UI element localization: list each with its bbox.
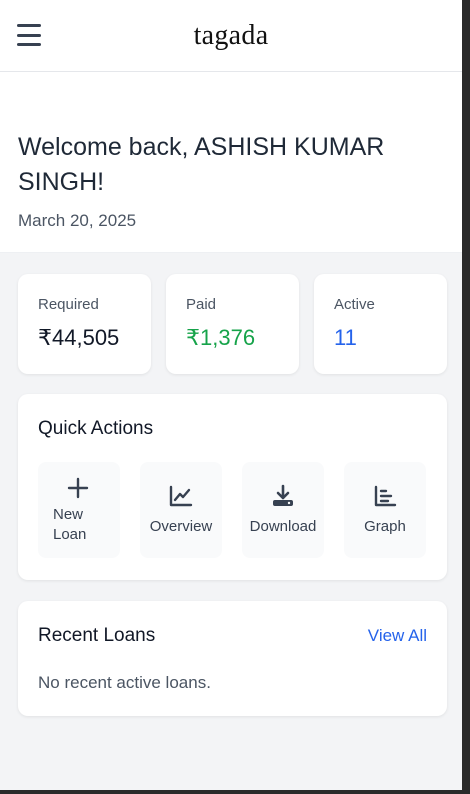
top-bar: tagada <box>0 0 462 72</box>
recent-loans-card: Recent Loans View All No recent active l… <box>18 601 447 716</box>
graph-button[interactable]: Graph <box>344 462 426 558</box>
stat-value: 11 <box>334 325 357 350</box>
welcome-heading: Welcome back, ASHISH KUMAR SINGH! <box>18 133 385 196</box>
stat-value: ₹44,505 <box>38 325 120 350</box>
quick-actions-list: New Loan Overview Download Graph <box>38 462 427 558</box>
window-edge-bottom <box>0 790 470 794</box>
action-label: Download <box>249 518 317 535</box>
download-icon <box>270 483 296 509</box>
recent-loans-title: Recent Loans <box>38 625 156 646</box>
stats-row: Required ₹44,505 Paid ₹1,376 Active 11 <box>18 274 447 374</box>
action-label: Overview <box>149 518 213 535</box>
view-all-link[interactable]: View All <box>368 626 427 646</box>
stat-label: Required <box>38 296 99 313</box>
trend-chart-icon <box>168 483 194 509</box>
download-button[interactable]: Download <box>242 462 324 558</box>
stat-card-paid: Paid ₹1,376 <box>166 274 299 374</box>
hamburger-menu-icon[interactable] <box>16 22 42 48</box>
stat-label: Paid <box>186 296 217 313</box>
plus-icon <box>65 475 91 501</box>
empty-state-text: No recent active loans. <box>38 673 211 692</box>
window-edge <box>462 0 470 794</box>
stat-card-active: Active 11 <box>314 274 447 374</box>
stat-value: ₹1,376 <box>186 325 256 350</box>
overview-button[interactable]: Overview <box>140 462 222 558</box>
current-date: March 20, 2025 <box>18 211 137 230</box>
quick-actions-card: Quick Actions New Loan Overview Download <box>18 394 447 580</box>
brand-title: tagada <box>193 19 269 51</box>
welcome-section: Welcome back, ASHISH KUMAR SINGH! March … <box>0 72 462 253</box>
quick-actions-title: Quick Actions <box>38 418 154 439</box>
stat-card-required: Required ₹44,505 <box>18 274 151 374</box>
bar-chart-icon <box>372 483 398 509</box>
action-label: New Loan <box>53 506 87 543</box>
new-loan-button[interactable]: New Loan <box>38 462 120 558</box>
app-frame: tagada Welcome back, ASHISH KUMAR SINGH!… <box>0 0 462 790</box>
action-label: Graph <box>364 518 406 535</box>
stat-label: Active <box>334 296 375 313</box>
recent-loans-header: Recent Loans View All <box>38 625 427 647</box>
